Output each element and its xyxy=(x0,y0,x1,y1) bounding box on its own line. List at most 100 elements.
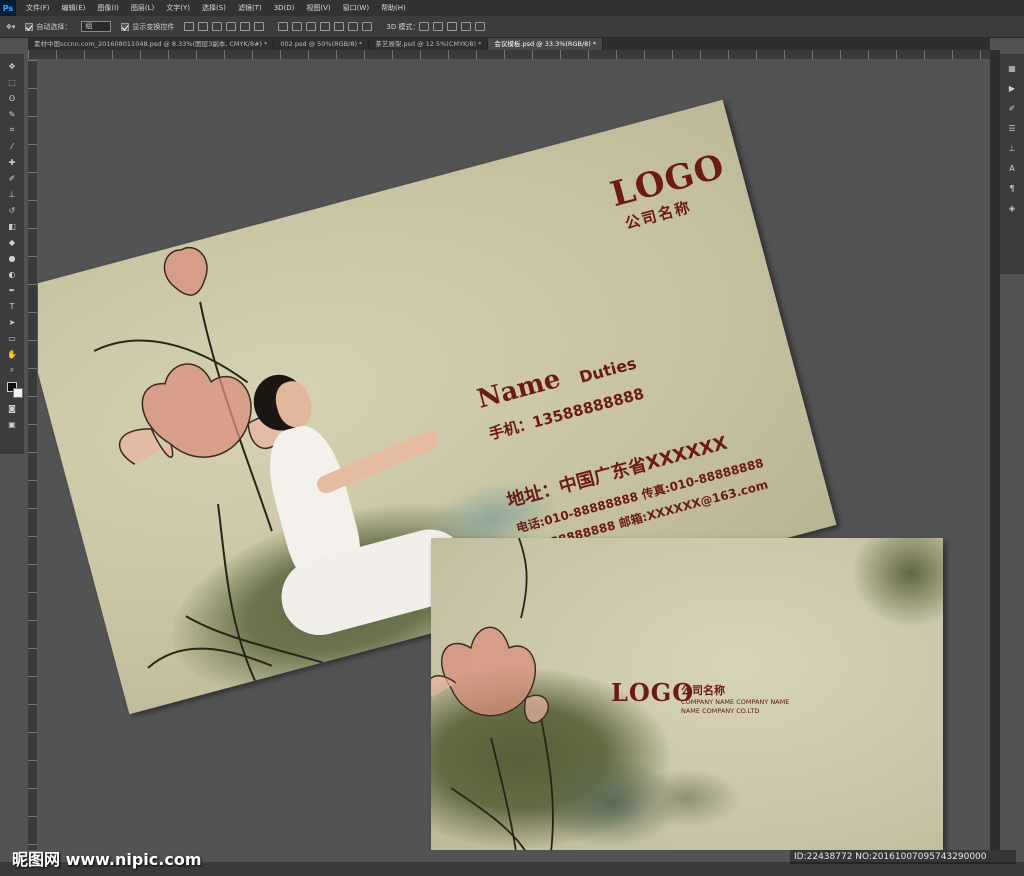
tab-document-active[interactable]: 会议模板.psd @ 33.3%(RGB/8) * xyxy=(488,38,604,50)
character-panel-button[interactable]: A xyxy=(1005,162,1019,174)
pen-tool[interactable]: ✒ xyxy=(5,284,19,296)
back-company-en-1: COMPANY NAME COMPANY NAME xyxy=(681,698,790,706)
3d-mode-label: 3D 模式： xyxy=(386,22,420,31)
zoom-tool[interactable]: ⌕ xyxy=(5,364,19,376)
clone-panel-button[interactable]: ⊥ xyxy=(1005,142,1019,154)
align-bottom-icon[interactable] xyxy=(212,22,223,31)
path-select-tool[interactable]: ➤ xyxy=(5,316,19,328)
brush-panel-button[interactable]: ✐ xyxy=(1005,102,1019,114)
screen-mode-icon: ▣ xyxy=(8,419,16,429)
distribute-bottom-icon[interactable] xyxy=(306,22,317,31)
align-left-icon[interactable] xyxy=(226,22,237,31)
lasso-tool[interactable]: ʘ xyxy=(5,92,19,104)
hand-tool[interactable]: ✋ xyxy=(5,348,19,360)
adjust-panel-button[interactable]: ☰ xyxy=(1005,122,1019,134)
menu-layer[interactable]: 图层(L) xyxy=(131,3,154,13)
lasso-icon: ʘ xyxy=(8,93,16,103)
paint-bucket-icon: ◆ xyxy=(8,237,16,247)
auto-select-value: 组 xyxy=(81,21,112,32)
menu-bar: Ps 文件(F) 编辑(E) 图像(I) 图层(L) 文字(Y) 选择(S) 滤… xyxy=(0,0,1024,16)
foreground-color-swatch[interactable] xyxy=(7,382,23,398)
paint-bucket-tool[interactable]: ◆ xyxy=(5,236,19,248)
tab-document-2[interactable]: 002.psd @ 50%(RGB/8) * xyxy=(274,38,370,50)
history-brush-icon: ↺ xyxy=(8,205,16,215)
align-vcenter-icon[interactable] xyxy=(198,22,209,31)
blur-tool[interactable]: ● xyxy=(5,252,19,264)
stamp-tool[interactable]: ⊥ xyxy=(5,188,19,200)
menu-file[interactable]: 文件(F) xyxy=(26,3,50,13)
type-tool[interactable]: T xyxy=(5,300,19,312)
paragraph-icon: ¶ xyxy=(1009,183,1015,193)
watermark-site: 昵图网 www.nipic.com xyxy=(12,850,202,869)
align-buttons xyxy=(184,22,268,31)
tab-document-1[interactable]: 素材中国sccnn.com_201608011048.psd @ 8.33%(图… xyxy=(28,38,275,50)
zoom-icon: ⌕ xyxy=(9,365,15,374)
3d-slide-icon[interactable] xyxy=(461,22,472,31)
distribute-left-icon[interactable] xyxy=(320,22,331,31)
brush-tool[interactable]: ✐ xyxy=(5,172,19,184)
align-right-icon[interactable] xyxy=(254,22,265,31)
photoshop-logo: Ps xyxy=(0,0,16,16)
tools-panel: ✥ ⬚ ʘ ✎ ⌗ ⁄ ✚ ✐ ⊥ ↺ ◧ ◆ ● ◐ ✒ T ➤ ▭ ✋ ⌕ … xyxy=(0,54,24,454)
align-hcenter-icon[interactable] xyxy=(240,22,251,31)
distribute-right-icon[interactable] xyxy=(348,22,359,31)
menu-3d[interactable]: 3D(D) xyxy=(274,4,295,12)
auto-select-dropdown[interactable]: 组 xyxy=(81,21,112,32)
3d-roll-icon[interactable] xyxy=(433,22,444,31)
auto-select-label: 自动选择： xyxy=(36,22,72,31)
photoshop-window: Ps 文件(F) 编辑(E) 图像(I) 图层(L) 文字(Y) 选择(S) 滤… xyxy=(0,0,1024,876)
vertical-ruler[interactable] xyxy=(28,60,38,850)
menu-image[interactable]: 图像(I) xyxy=(97,3,119,13)
cube-icon: ◈ xyxy=(1008,203,1016,213)
marquee-tool[interactable]: ⬚ xyxy=(5,76,19,88)
eraser-tool[interactable]: ◧ xyxy=(5,220,19,232)
back-company-en-2: NAME COMPANY CO.LTD xyxy=(681,707,760,715)
3d-rotate-icon[interactable] xyxy=(419,22,430,31)
crop-tool[interactable]: ⌗ xyxy=(5,124,19,136)
paragraph-panel-button[interactable]: ¶ xyxy=(1005,182,1019,194)
screen-mode-button[interactable]: ▣ xyxy=(5,418,19,430)
sliders-icon: ☰ xyxy=(1008,123,1016,133)
align-top-icon[interactable] xyxy=(184,22,195,31)
character-icon: A xyxy=(1009,163,1015,173)
auto-align-icon[interactable] xyxy=(362,22,373,31)
dodge-icon: ◐ xyxy=(8,269,16,279)
quick-select-tool[interactable]: ✎ xyxy=(5,108,19,120)
dodge-tool[interactable]: ◐ xyxy=(5,268,19,280)
auto-select-checkbox[interactable]: 自动选择： xyxy=(25,22,71,32)
history-panel-button[interactable]: ▦ xyxy=(1005,62,1019,74)
menu-view[interactable]: 视图(V) xyxy=(306,3,330,13)
menu-type[interactable]: 文字(Y) xyxy=(166,3,190,13)
menu-filter[interactable]: 滤镜(T) xyxy=(238,3,262,13)
menu-help[interactable]: 帮助(H) xyxy=(381,3,406,13)
move-tool[interactable]: ✥ xyxy=(5,60,19,72)
actions-panel-button[interactable]: ▶ xyxy=(1005,82,1019,94)
distribute-top-icon[interactable] xyxy=(278,22,289,31)
history-brush-tool[interactable]: ↺ xyxy=(5,204,19,216)
horizontal-ruler[interactable] xyxy=(28,50,990,60)
watermark-id: ID:22438772 NO:20161007095743290000 xyxy=(790,850,1016,864)
show-transform-checkbox[interactable]: 显示变换控件 xyxy=(121,22,174,32)
menu-edit[interactable]: 编辑(E) xyxy=(62,3,86,13)
background-color-swatch[interactable] xyxy=(13,388,23,398)
shape-tool[interactable]: ▭ xyxy=(5,332,19,344)
pen-icon: ✒ xyxy=(8,285,16,295)
eyedropper-tool[interactable]: ⁄ xyxy=(5,140,19,152)
move-tool-preset[interactable]: ✥▾ xyxy=(6,23,15,31)
menu-select[interactable]: 选择(S) xyxy=(202,3,226,13)
crop-icon: ⌗ xyxy=(9,125,15,134)
quick-mask-button[interactable]: ◙ xyxy=(5,402,19,414)
vertical-scrollbar[interactable] xyxy=(990,50,1000,850)
eyedropper-icon: ⁄ xyxy=(11,141,13,151)
document-canvas[interactable]: LOGO 公司名称 Name Duties 手机：13588888888 地址：… xyxy=(38,60,990,850)
3d-scale-icon[interactable] xyxy=(475,22,486,31)
healing-tool[interactable]: ✚ xyxy=(5,156,19,168)
brush-panel-icon: ✐ xyxy=(1008,103,1016,113)
3d-panel-button[interactable]: ◈ xyxy=(1005,202,1019,214)
distribute-hcenter-icon[interactable] xyxy=(334,22,345,31)
tab-document-3[interactable]: 茶艺展架.psd @ 12.5%(CMYK/8) * xyxy=(369,38,489,50)
3d-mode-group: 3D 模式： xyxy=(386,22,489,32)
3d-pan-icon[interactable] xyxy=(447,22,458,31)
distribute-vcenter-icon[interactable] xyxy=(292,22,303,31)
menu-window[interactable]: 窗口(W) xyxy=(343,3,369,13)
